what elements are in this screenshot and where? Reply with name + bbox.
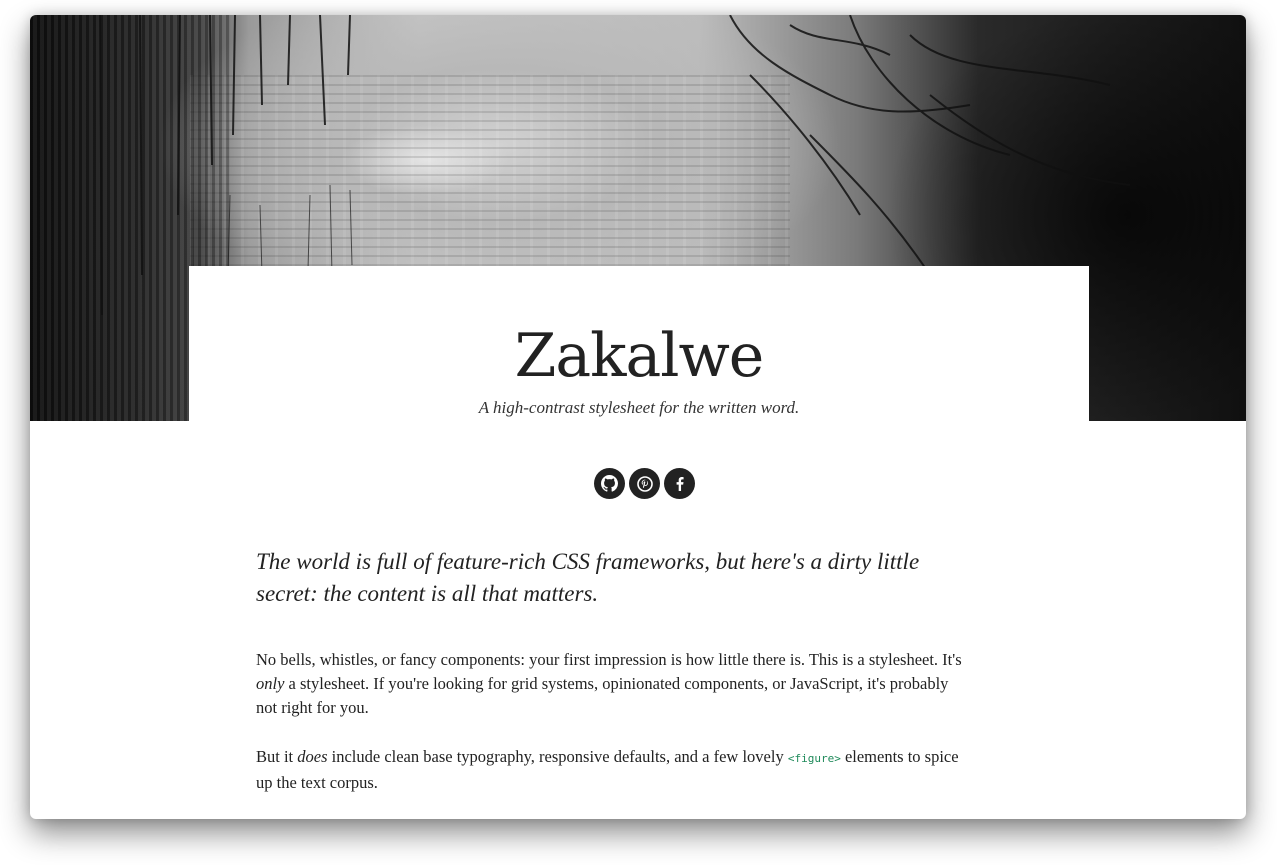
paragraph-2-text-a: But it [256, 747, 298, 766]
paragraph-2: But it does include clean base typograph… [256, 745, 966, 795]
paragraph-1-emphasis: only [256, 674, 285, 693]
github-icon [601, 475, 618, 492]
paragraph-1-text-a: No bells, whistles, or fancy components:… [256, 650, 962, 669]
paragraph-1: No bells, whistles, or fancy components:… [256, 648, 966, 720]
figure-code-tag: <figure> [787, 752, 841, 765]
site-title: Zakalwe [514, 321, 765, 391]
paragraph-2-emphasis: does [297, 747, 328, 766]
facebook-link[interactable] [664, 468, 695, 499]
github-link[interactable] [594, 468, 625, 499]
site-tagline: A high-contrast stylesheet for the writt… [478, 398, 800, 417]
pinterest-icon [636, 475, 653, 492]
article-content: The world is full of feature-rich CSS fr… [256, 546, 966, 820]
social-links [594, 468, 695, 499]
paragraph-1-text-b: a stylesheet. If you're looking for grid… [256, 674, 949, 717]
pinterest-link[interactable] [629, 468, 660, 499]
facebook-icon [676, 476, 684, 491]
lead-paragraph: The world is full of feature-rich CSS fr… [256, 549, 920, 606]
paragraph-2-text-b: include clean base typography, responsiv… [327, 747, 788, 766]
